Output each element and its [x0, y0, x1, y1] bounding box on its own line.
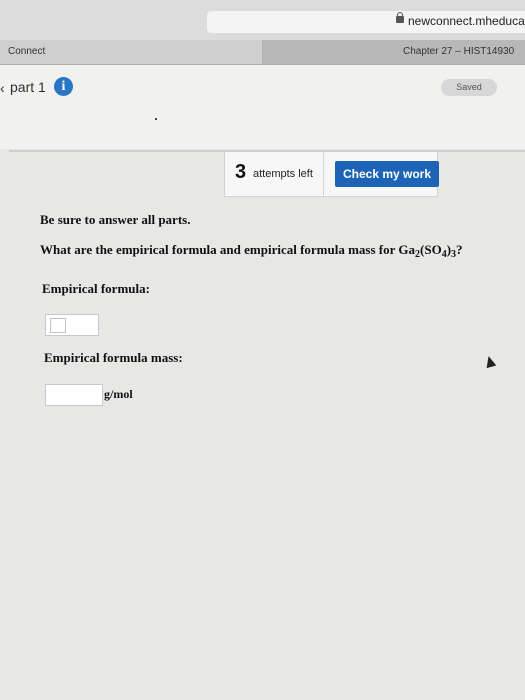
attempts-toolbar: 3 attempts left Check my work [224, 152, 439, 197]
page-header: ‹ part 1 i Saved [0, 65, 525, 149]
formula-part: (SO [420, 242, 442, 257]
saved-badge: Saved [441, 79, 497, 96]
prompt-end: ? [456, 242, 463, 257]
instruction-text: Be sure to answer all parts. [40, 212, 191, 227]
tab-connect[interactable]: Connect [0, 40, 263, 64]
empirical-formula-label: Empirical formula: [42, 281, 150, 296]
back-chevron-icon[interactable]: ‹ [0, 80, 5, 96]
question-prompt: What are the empirical formula and empir… [40, 242, 463, 260]
formula-editor-icon [50, 318, 66, 333]
check-my-work-button[interactable]: Check my work [335, 161, 439, 187]
mouse-pointer-icon [483, 354, 497, 369]
toolbar-separator [323, 152, 324, 196]
empirical-formula-input[interactable] [45, 314, 99, 336]
tab-label: Chapter 27 – HIST14930 [403, 46, 515, 57]
formula-mass-label: Empirical formula mass: [44, 350, 183, 365]
part-label[interactable]: part 1 [10, 79, 46, 95]
lock-icon [396, 12, 404, 23]
browser-chrome: newconnect.mheduca [0, 0, 525, 40]
prompt-text: What are the empirical formula and empir… [40, 242, 416, 257]
info-icon[interactable]: i [54, 77, 73, 96]
formula-mass-unit: g/mol [104, 387, 133, 401]
tab-chapter[interactable]: Chapter 27 – HIST14930 [263, 40, 525, 64]
tab-bar: Connect Chapter 27 – HIST14930 [0, 40, 525, 65]
attempts-count: 3 [235, 161, 247, 183]
dot-mark [155, 118, 157, 120]
formula-mass-input[interactable] [45, 384, 103, 406]
tab-label: Connect [8, 46, 46, 57]
url-text: newconnect.mheduca [408, 14, 525, 28]
attempts-label: attempts left [253, 168, 313, 180]
address-bar[interactable]: newconnect.mheduca [207, 11, 525, 33]
